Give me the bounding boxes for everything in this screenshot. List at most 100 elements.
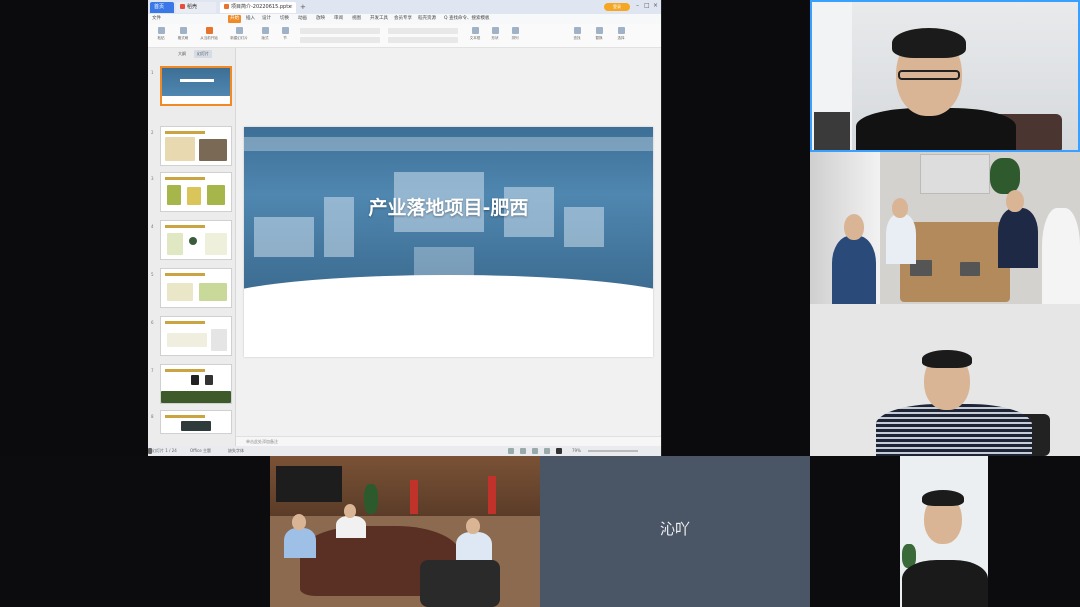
- thumb-banner: [162, 68, 230, 96]
- layout-button[interactable]: 版式: [256, 27, 274, 45]
- video-tile-participant-6[interactable]: [810, 456, 1080, 607]
- new-tab-icon[interactable]: +: [300, 2, 306, 12]
- shared-screen[interactable]: 首页 稻壳 项目简介-20220615.pptx × + 登录 – □ × 文件 …: [148, 0, 662, 456]
- select-button[interactable]: 选择: [612, 27, 630, 45]
- section-button[interactable]: 节: [276, 27, 294, 45]
- slide-thumbnail-4[interactable]: [160, 220, 232, 260]
- maximize-icon[interactable]: □: [644, 2, 650, 9]
- login-button[interactable]: 登录: [604, 3, 630, 11]
- menu-home[interactable]: 开始: [228, 15, 241, 23]
- brush-icon: [179, 27, 187, 34]
- slide-thumbnail-3[interactable]: [160, 172, 232, 212]
- close-tab-icon[interactable]: ×: [289, 2, 293, 13]
- participant-hair: [892, 28, 966, 58]
- pptx-icon: [224, 4, 229, 9]
- video-tile-speaker[interactable]: [810, 0, 1080, 152]
- current-slide[interactable]: 产业落地项目-肥西: [244, 127, 653, 357]
- bookshelf: [920, 154, 990, 194]
- close-window-icon[interactable]: ×: [653, 2, 658, 9]
- find-label: 查找: [573, 36, 581, 40]
- tab-active-document[interactable]: 项目简介-20220615.pptx ×: [220, 2, 296, 13]
- tab-home[interactable]: 首页: [150, 2, 174, 13]
- plant: [990, 158, 1020, 194]
- plant: [364, 484, 378, 514]
- thumb-header: [165, 321, 205, 324]
- slide-number: 5: [151, 272, 154, 277]
- new-slide-icon: [235, 27, 243, 34]
- thumb-block: [165, 137, 195, 161]
- slide-number: 1: [151, 70, 154, 75]
- paragraph-row-2[interactable]: [388, 37, 458, 43]
- slide-thumbnail-8[interactable]: [160, 410, 232, 434]
- slide-thumbnail-7[interactable]: [160, 364, 232, 404]
- participant-body: [336, 516, 366, 538]
- format-painter-button[interactable]: 格式刷: [174, 27, 192, 45]
- thumb-block: [205, 233, 227, 255]
- shape-icon: [491, 27, 499, 34]
- find-button[interactable]: 查找: [568, 27, 586, 45]
- thumb-header: [165, 273, 205, 276]
- participant-body: [456, 532, 492, 562]
- menu-insert[interactable]: 插入: [246, 15, 255, 23]
- menu-slideshow[interactable]: 放映: [316, 15, 325, 23]
- zoom-slider[interactable]: [588, 450, 638, 452]
- replace-button[interactable]: 替换: [590, 27, 608, 45]
- menu-animation[interactable]: 动画: [298, 15, 307, 23]
- missing-font[interactable]: 缺失字体: [228, 447, 244, 455]
- paste-icon: [157, 27, 165, 34]
- tab-outline[interactable]: 大纲: [178, 50, 186, 58]
- font-style-row[interactable]: [300, 37, 380, 43]
- shape-button[interactable]: 形状: [486, 27, 504, 45]
- menu-docer[interactable]: 稻壳资源: [418, 15, 436, 23]
- slide-thumbnail-panel[interactable]: 大纲 幻灯片 1 2 3 4 5 6 7 8: [148, 48, 236, 446]
- new-slide-button[interactable]: 新建幻灯片: [230, 27, 248, 45]
- participant-body: [1042, 208, 1080, 304]
- notes-toggle-icon[interactable]: [508, 448, 514, 454]
- textbox-label: 文本框: [469, 36, 481, 40]
- play-from-current-button[interactable]: 从当前开始: [200, 27, 218, 45]
- normal-view-icon[interactable]: [520, 448, 526, 454]
- thumb-block: [167, 185, 181, 205]
- tab-slides[interactable]: 幻灯片: [194, 50, 212, 58]
- video-tile-conference-room[interactable]: [270, 456, 540, 607]
- video-tile-office-group[interactable]: [810, 152, 1080, 304]
- search-command[interactable]: Q 查找命令、搜索模板: [444, 15, 489, 23]
- menu-member[interactable]: 会员专享: [394, 15, 412, 23]
- slide-thumbnail-6[interactable]: [160, 316, 232, 356]
- paste-button[interactable]: 粘贴: [152, 27, 170, 45]
- menu-file[interactable]: 文件: [152, 15, 161, 23]
- section-label: 节: [283, 36, 287, 40]
- participant-body: [284, 528, 316, 558]
- paragraph-row-1[interactable]: [388, 28, 458, 34]
- new-slide-label: 新建幻灯片: [230, 36, 248, 40]
- participant-body: [886, 214, 916, 264]
- thumb-block: [205, 375, 213, 385]
- tab-docer[interactable]: 稻壳: [176, 2, 216, 13]
- textbox-button[interactable]: 文本框: [466, 27, 484, 45]
- menu-view[interactable]: 视图: [352, 15, 361, 23]
- font-selector[interactable]: [300, 28, 380, 34]
- participant-body: [998, 208, 1038, 268]
- theme-name: Office 主题: [190, 448, 211, 453]
- participant-face: [344, 504, 356, 518]
- slide-thumbnail-1[interactable]: [160, 66, 232, 106]
- menu-transition[interactable]: 切换: [280, 15, 289, 23]
- menu-developer[interactable]: 开发工具: [370, 15, 388, 23]
- slideshow-play-icon[interactable]: [556, 448, 562, 454]
- slide-thumbnail-2[interactable]: [160, 126, 232, 166]
- reading-view-icon[interactable]: [544, 448, 550, 454]
- video-tile-participant-3[interactable]: [810, 304, 1080, 456]
- arrange-button[interactable]: 排列: [506, 27, 524, 45]
- docer-icon: [180, 4, 185, 9]
- ribbon-toolbar: 粘贴 格式刷 从当前开始 新建幻灯片 版式 节 文本框 形状 排列 查找 替换 …: [148, 24, 661, 48]
- notes-pane[interactable]: 单击此处添加备注: [236, 436, 661, 446]
- slide-editing-area[interactable]: 产业落地项目-肥西: [236, 48, 661, 438]
- menu-design[interactable]: 设计: [262, 15, 271, 23]
- slide-thumbnail-5[interactable]: [160, 268, 232, 308]
- menu-review[interactable]: 审阅: [334, 15, 343, 23]
- sorter-view-icon[interactable]: [532, 448, 538, 454]
- minimize-icon[interactable]: –: [636, 2, 639, 9]
- zoom-slider-handle[interactable]: [148, 448, 152, 454]
- video-tile-camera-off[interactable]: 沁吖: [540, 456, 810, 607]
- slide-number: 7: [151, 368, 154, 373]
